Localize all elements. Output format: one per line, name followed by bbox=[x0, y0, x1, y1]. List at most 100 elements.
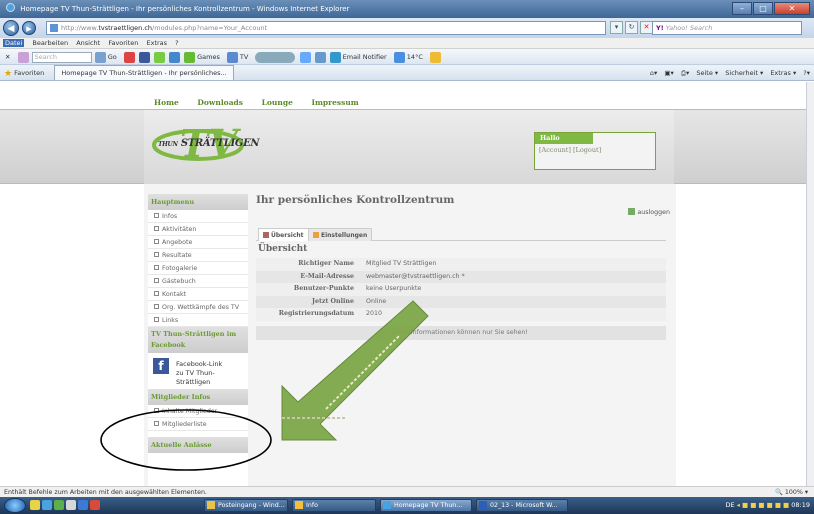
main-panel: Ihr persönliches Kontrollzentrum auslogg… bbox=[256, 194, 676, 486]
sidebar-item-inhalte-mitglieder[interactable]: Inhalte Mitglieder bbox=[148, 405, 248, 418]
menu-favoriten[interactable]: Favoriten bbox=[108, 39, 138, 47]
nav-home[interactable]: Home bbox=[154, 98, 179, 107]
task-posteingang[interactable]: Posteingang - Wind... bbox=[204, 499, 288, 512]
sidebar-heading-members: Mitglieder Infos bbox=[148, 389, 248, 405]
sidebar-item-resultate[interactable]: Resultate bbox=[148, 249, 248, 262]
close-toolbar-icon[interactable]: ✕ bbox=[5, 53, 10, 61]
go-button[interactable]: Go bbox=[108, 53, 117, 61]
account-logout-links[interactable]: [Account] [Logout] bbox=[535, 144, 655, 156]
sidebar-item-aktivitaeten[interactable]: Aktivitäten bbox=[148, 223, 248, 236]
toolbar-icon-c[interactable] bbox=[153, 51, 165, 63]
url-domain: tvstraettligen.ch bbox=[98, 24, 153, 32]
toolbar-icon-a[interactable] bbox=[123, 51, 135, 63]
toolbar-icon-e[interactable] bbox=[299, 51, 311, 63]
security-menu[interactable]: Sicherheit ▾ bbox=[725, 69, 763, 77]
favorites-button[interactable]: Favoriten bbox=[14, 69, 44, 77]
privacy-note: * Diese Informationen können nur Sie seh… bbox=[256, 326, 666, 340]
toolbar-icon-b[interactable] bbox=[138, 51, 150, 63]
row-value: webmaster@tvstraettligen.ch * bbox=[366, 272, 465, 280]
quicklaunch-icon-1[interactable] bbox=[30, 500, 40, 510]
taskbar: Posteingang - Wind... Info Homepage TV T… bbox=[0, 497, 814, 514]
page-menu[interactable]: Seite ▾ bbox=[696, 69, 718, 77]
games-button[interactable]: Games bbox=[197, 53, 220, 61]
tab-einstellungen[interactable]: Einstellungen bbox=[308, 228, 373, 241]
section-heading: Übersicht bbox=[258, 244, 308, 254]
quicklaunch-icon-3[interactable] bbox=[54, 500, 64, 510]
menu-extras[interactable]: Extras bbox=[147, 39, 168, 47]
toolbar-icon-f[interactable] bbox=[314, 51, 326, 63]
vertical-scrollbar[interactable] bbox=[806, 82, 814, 486]
menu-ansicht[interactable]: Ansicht bbox=[76, 39, 100, 47]
home-icon[interactable]: ⌂▾ bbox=[650, 69, 657, 77]
sidebar-item-wettkaempfe[interactable]: Org. Wettkämpfe des TV bbox=[148, 301, 248, 314]
yahoo-search-input[interactable]: Y! Yahoo! Search bbox=[652, 21, 802, 35]
maximize-button[interactable]: □ bbox=[753, 2, 773, 15]
minimize-button[interactable]: – bbox=[732, 2, 752, 15]
quicklaunch-icon-5[interactable] bbox=[78, 500, 88, 510]
email-icon[interactable] bbox=[329, 51, 341, 63]
toolbar-search-input[interactable]: Search bbox=[31, 51, 92, 63]
status-bar: Enthält Befehle zum Arbeiten mit den aus… bbox=[0, 486, 814, 497]
refresh-icon[interactable]: ↻ bbox=[625, 21, 638, 34]
page-title: Ihr persönliches Kontrollzentrum bbox=[256, 194, 455, 206]
help-icon[interactable]: ?▾ bbox=[803, 69, 810, 77]
facebook-link[interactable]: f Facebook-Link zu TV Thun-Strättligen bbox=[148, 353, 248, 389]
internet-explorer-icon bbox=[6, 3, 15, 12]
sidebar-item-label: Org. Wettkämpfe des TV bbox=[162, 304, 240, 311]
print-icon[interactable]: ⎙▾ bbox=[681, 69, 689, 77]
menu-bearbeiten[interactable]: Bearbeiten bbox=[32, 39, 68, 47]
menu-help[interactable]: ? bbox=[175, 39, 178, 47]
menu-bullet-icon bbox=[154, 226, 159, 231]
tv-icon[interactable] bbox=[226, 51, 238, 63]
browser-tab[interactable]: Homepage TV Thun-Strättligen - Ihr persö… bbox=[54, 65, 234, 80]
sidebar-item-mitgliederliste[interactable]: Mitgliederliste bbox=[148, 418, 248, 431]
radio-control[interactable] bbox=[255, 51, 296, 63]
tools-menu[interactable]: Extras ▾ bbox=[770, 69, 796, 77]
sidebar-item-infos[interactable]: Infos bbox=[148, 210, 248, 223]
favorites-star-icon[interactable]: ★ bbox=[4, 69, 12, 79]
sidebar-item-fotogalerie[interactable]: Fotogalerie bbox=[148, 262, 248, 275]
quicklaunch-icon-2[interactable] bbox=[42, 500, 52, 510]
address-input[interactable]: http://www.tvstraettligen.ch/modules.php… bbox=[46, 21, 606, 35]
sidebar-item-angebote[interactable]: Angebote bbox=[148, 236, 248, 249]
tray-icons[interactable]: ◂ ■ ■ ■ ■ ■ ■ bbox=[737, 501, 790, 509]
forward-button[interactable]: ▶ bbox=[22, 21, 36, 35]
pencil-icon bbox=[313, 232, 319, 238]
task-word[interactable]: 02_13 - Microsoft W... bbox=[476, 499, 568, 512]
logout-link[interactable]: ausloggen bbox=[628, 208, 670, 216]
quicklaunch-icon-4[interactable] bbox=[66, 500, 76, 510]
toolbar-icon-d[interactable] bbox=[169, 51, 181, 63]
games-icon[interactable] bbox=[184, 51, 196, 63]
close-button[interactable]: ✕ bbox=[774, 2, 810, 15]
sidebar-item-kontakt[interactable]: Kontakt bbox=[148, 288, 248, 301]
row-value: Mitglied TV Strättligen bbox=[366, 260, 437, 267]
nav-downloads[interactable]: Downloads bbox=[197, 98, 243, 107]
clock[interactable]: 08:19 bbox=[791, 501, 810, 509]
back-button[interactable]: ◀ bbox=[3, 20, 19, 36]
temperature-label[interactable]: 14°C bbox=[407, 53, 423, 61]
email-notifier-button[interactable]: Email Notifier bbox=[343, 53, 387, 61]
status-text: Enthält Befehle zum Arbeiten mit den aus… bbox=[4, 489, 207, 496]
language-indicator[interactable]: DE bbox=[725, 501, 734, 509]
task-info[interactable]: Info bbox=[292, 499, 376, 512]
feeds-icon[interactable]: ▣▾ bbox=[664, 69, 673, 77]
sidebar-item-links[interactable]: Links bbox=[148, 314, 248, 327]
row-value: keine Userpunkte bbox=[366, 285, 422, 292]
facebook-link-label: Facebook-Link bbox=[176, 360, 223, 368]
tab-uebersicht[interactable]: Übersicht bbox=[258, 228, 309, 241]
go-icon[interactable] bbox=[94, 51, 106, 63]
task-ie[interactable]: Homepage TV Thun... bbox=[380, 499, 472, 512]
tv-button[interactable]: TV bbox=[240, 53, 248, 61]
nav-impressum[interactable]: Impressum bbox=[311, 98, 358, 107]
quicklaunch-icon-6[interactable] bbox=[90, 500, 100, 510]
sidebar-item-gaestebuch[interactable]: Gästebuch bbox=[148, 275, 248, 288]
dropdown-icon[interactable]: ▾ bbox=[610, 21, 623, 34]
sidebar-item-label: Mitgliederliste bbox=[162, 421, 207, 428]
row-key: E-Mail-Adresse bbox=[300, 272, 354, 280]
start-button[interactable] bbox=[4, 498, 26, 513]
nav-lounge[interactable]: Lounge bbox=[262, 98, 293, 107]
favorites-row: ★ Favoriten Homepage TV Thun-Strättligen… bbox=[0, 65, 814, 81]
weather-icon[interactable] bbox=[393, 51, 405, 63]
menu-datei[interactable]: Datei bbox=[3, 39, 25, 47]
toolbar-icon-g[interactable] bbox=[429, 51, 441, 63]
